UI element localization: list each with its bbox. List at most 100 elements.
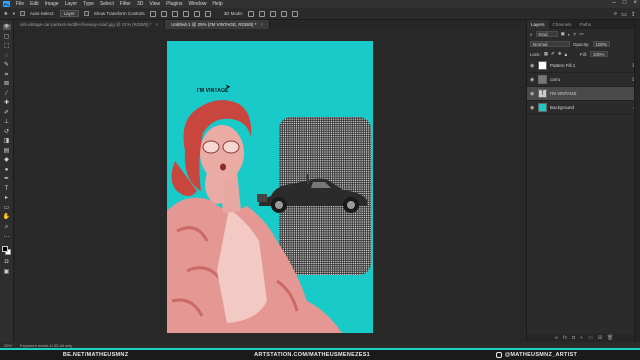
maximize-icon[interactable]: □ xyxy=(623,0,627,6)
3d-roll-icon[interactable] xyxy=(259,10,266,17)
layer-row[interactable]: ◉ carro ⧉ xyxy=(527,73,640,87)
history-brush-icon[interactable]: ↺ xyxy=(3,129,11,135)
close-icon[interactable]: × xyxy=(633,0,637,6)
menu-filter[interactable]: Filter xyxy=(120,1,131,7)
lock-move-icon[interactable]: ✥ xyxy=(558,51,562,57)
filter-pixel-icon[interactable]: ▣ xyxy=(561,31,565,37)
clone-stamp-icon[interactable]: ⊥ xyxy=(3,119,11,125)
align-middle-icon[interactable] xyxy=(193,10,200,17)
eye-icon[interactable]: ◉ xyxy=(530,105,535,111)
canvas-area[interactable]: I'M VINTAGE ➤ xyxy=(14,29,526,342)
lock-pixels-icon[interactable]: ▦ xyxy=(544,51,548,57)
tab-vintage-car-photo[interactable]: old-vintage-car-parked-middle-freeway-ro… xyxy=(14,20,166,29)
gradient-tool-icon[interactable]: ▤ xyxy=(3,148,11,154)
close-icon[interactable]: × xyxy=(260,22,263,27)
lasso-tool-icon[interactable]: ◌ xyxy=(3,53,11,59)
new-layer-icon[interactable]: ⊞ xyxy=(598,335,602,341)
pen-tool-icon[interactable]: ✒ xyxy=(3,176,11,182)
menu-image[interactable]: Image xyxy=(45,1,59,7)
eraser-tool-icon[interactable]: ◨ xyxy=(3,138,11,144)
behance-link: BE.NET/MATHEUSMNZ xyxy=(62,352,129,358)
align-left-icon[interactable] xyxy=(149,10,156,17)
hand-tool-icon[interactable]: ✋ xyxy=(3,214,11,220)
layer-row[interactable]: ◉ Background 🔒︎ xyxy=(527,101,640,115)
move-tool-icon[interactable]: ✥ xyxy=(2,24,11,30)
tab-paths[interactable]: Paths xyxy=(576,20,596,29)
path-select-icon[interactable]: ▸ xyxy=(3,195,11,201)
menu-edit[interactable]: Edit xyxy=(30,1,39,7)
adjustment-icon[interactable]: ◐ xyxy=(580,335,583,341)
brush-tool-icon[interactable]: ✐ xyxy=(3,110,11,116)
layer-kind-dropdown[interactable]: Kind xyxy=(535,31,558,37)
3d-drag-icon[interactable] xyxy=(270,10,277,17)
zoom-level[interactable]: 25% xyxy=(4,343,12,348)
chevron-down-icon[interactable]: ▾ xyxy=(13,11,15,17)
quick-select-tool-icon[interactable]: ✎ xyxy=(3,62,11,68)
crop-tool-icon[interactable]: ⌗ xyxy=(3,72,11,78)
3d-scale-icon[interactable] xyxy=(292,10,299,17)
artboard-tool-icon[interactable]: ▢ xyxy=(3,34,11,40)
layer-row-selected[interactable]: ◉ T I'M VINTAGE xyxy=(527,87,640,101)
menu-help[interactable]: Help xyxy=(212,1,222,7)
workspace-icon[interactable]: ▭ xyxy=(621,11,627,18)
color-swatches[interactable] xyxy=(1,245,12,256)
eye-icon[interactable]: ◉ xyxy=(530,91,535,97)
frame-tool-icon[interactable]: ⊠ xyxy=(3,81,11,87)
fx-icon[interactable]: fx xyxy=(563,335,567,341)
eyedropper-tool-icon[interactable]: ⁄ xyxy=(3,91,11,97)
filter-type-icon[interactable]: T xyxy=(574,32,577,37)
menu-file[interactable]: File xyxy=(16,1,24,7)
add-mask-icon[interactable]: ◘ xyxy=(572,335,575,341)
group-icon[interactable]: ▭ xyxy=(588,335,593,341)
shape-tool-icon[interactable]: ▭ xyxy=(3,205,11,211)
lock-brush-icon[interactable]: ✐ xyxy=(551,51,555,57)
align-center-icon[interactable] xyxy=(160,10,167,17)
filter-adjust-icon[interactable]: ◐ xyxy=(568,32,571,37)
search-icon[interactable]: ⌕ xyxy=(614,11,617,18)
align-right-icon[interactable] xyxy=(171,10,178,17)
trash-icon[interactable]: 🗑︎ xyxy=(607,335,613,341)
share-icon[interactable]: ⇪ xyxy=(631,11,636,18)
foreground-color-swatch[interactable] xyxy=(1,245,8,252)
layer-row[interactable]: ◉ Pattern Fill 1 ⧉ xyxy=(527,59,640,73)
menu-window[interactable]: Window xyxy=(189,1,207,7)
tab-untitled-1[interactable]: Untitled-1 @ 25% (I'M VINTAGE, RGB/8) * … xyxy=(165,20,271,29)
auto-select-dropdown[interactable]: Layer xyxy=(59,10,79,17)
dodge-tool-icon[interactable]: ● xyxy=(3,167,11,173)
eye-icon[interactable]: ◉ xyxy=(530,77,535,83)
menu-type[interactable]: Type xyxy=(83,1,94,7)
more-tools-icon[interactable]: … xyxy=(3,233,11,239)
eye-icon[interactable]: ◉ xyxy=(530,63,535,69)
healing-brush-icon[interactable]: ✚ xyxy=(3,100,11,106)
marquee-tool-icon[interactable]: ⬚ xyxy=(3,43,11,49)
close-icon[interactable]: × xyxy=(156,22,159,27)
filter-shape-icon[interactable]: ▭ xyxy=(579,31,583,37)
minimize-icon[interactable]: – xyxy=(613,0,616,6)
transform-controls-checkbox[interactable] xyxy=(83,11,89,16)
link-layers-icon[interactable]: ∞ xyxy=(555,335,559,341)
zoom-tool-icon[interactable]: ⌕ xyxy=(3,224,11,230)
blur-tool-icon[interactable]: ◆ xyxy=(3,157,11,163)
tab-channels[interactable]: Channels xyxy=(549,20,576,29)
fill-input[interactable]: 100% xyxy=(590,51,608,57)
menu-layer[interactable]: Layer xyxy=(65,1,78,7)
move-tool-icon[interactable]: ✥ xyxy=(4,11,8,17)
distribute-icon[interactable] xyxy=(204,10,211,17)
menu-3d[interactable]: 3D xyxy=(137,1,143,7)
menu-select[interactable]: Select xyxy=(100,1,114,7)
3d-rotate-icon[interactable] xyxy=(248,10,255,17)
align-top-icon[interactable] xyxy=(182,10,189,17)
blend-mode-dropdown[interactable]: Normal xyxy=(530,41,570,47)
tab-layers[interactable]: Layers xyxy=(527,20,549,29)
opacity-input[interactable]: 100% xyxy=(592,41,611,47)
quick-mask-icon[interactable]: ◘ xyxy=(3,259,11,265)
document-canvas[interactable]: I'M VINTAGE ➤ xyxy=(167,41,373,333)
menu-plugins[interactable]: Plugins xyxy=(166,1,182,7)
type-tool-icon[interactable]: T xyxy=(3,186,11,192)
headline-text-layer[interactable]: I'M VINTAGE xyxy=(197,88,229,94)
3d-slide-icon[interactable] xyxy=(281,10,288,17)
auto-select-checkbox[interactable] xyxy=(20,11,26,16)
lock-all-icon[interactable]: 🔒︎ xyxy=(565,52,567,57)
menu-view[interactable]: View xyxy=(149,1,160,7)
screen-mode-icon[interactable]: ▣ xyxy=(3,269,11,275)
